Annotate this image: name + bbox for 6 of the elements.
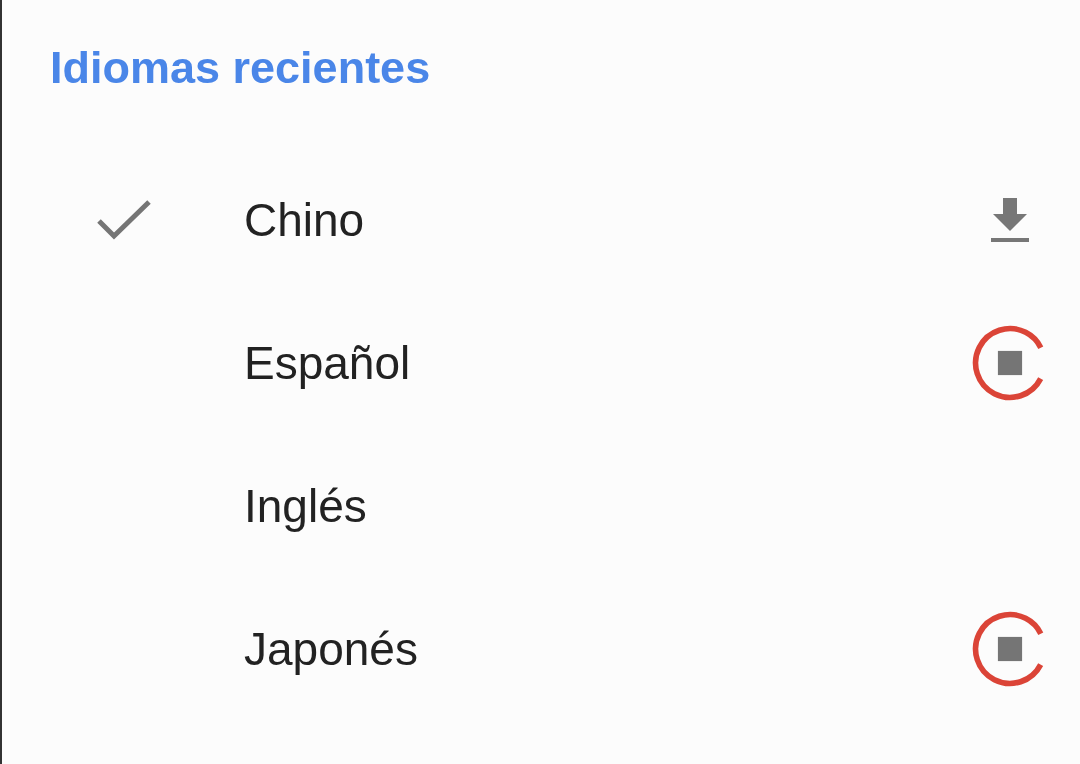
section-title: Idiomas recientes bbox=[50, 41, 432, 95]
language-name[interactable]: Español bbox=[244, 335, 970, 390]
download-icon[interactable] bbox=[989, 195, 1031, 244]
language-name[interactable]: Japonés bbox=[244, 621, 970, 676]
language-name[interactable]: Chino bbox=[244, 192, 970, 247]
language-name[interactable]: Inglés bbox=[244, 478, 970, 533]
